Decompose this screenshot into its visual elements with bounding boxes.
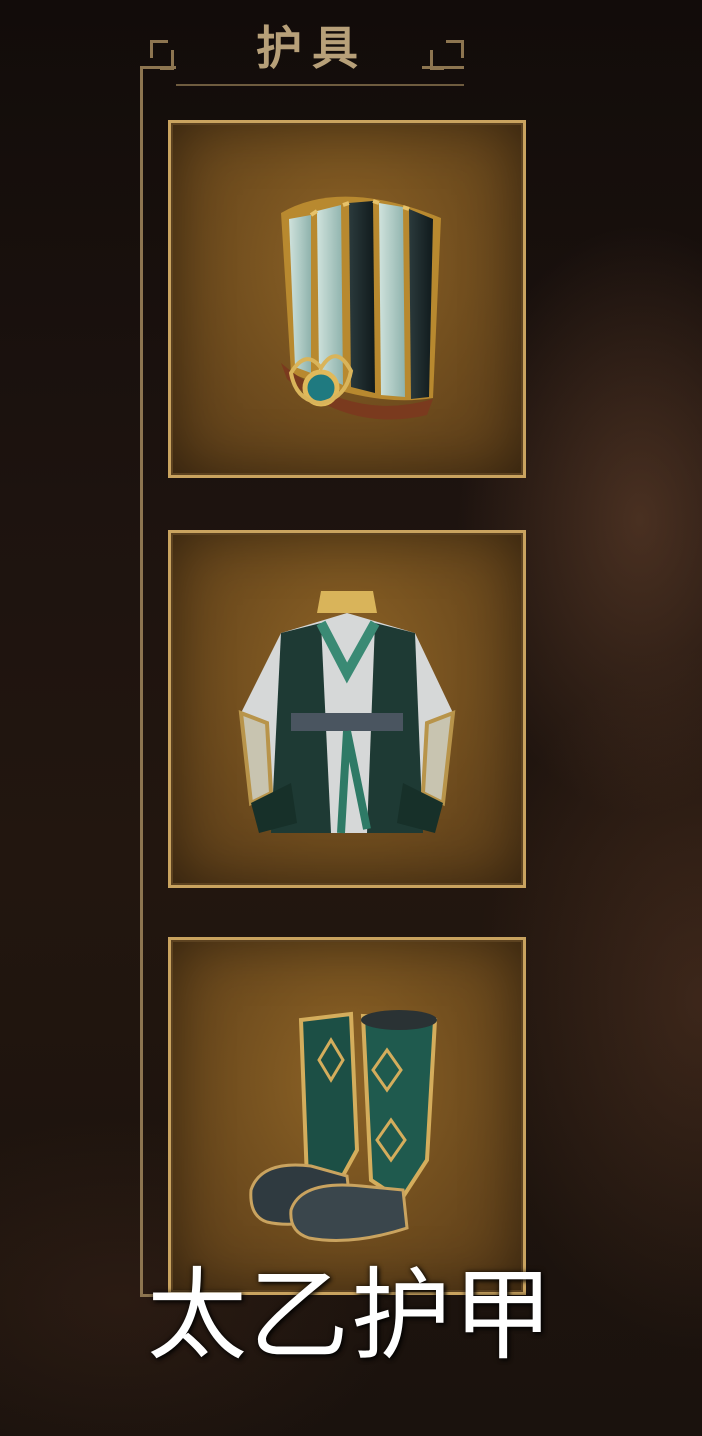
helmet-icon bbox=[281, 196, 441, 420]
equipment-slot-helmet[interactable] bbox=[168, 120, 526, 478]
equipment-slot-boots[interactable] bbox=[168, 937, 526, 1295]
fret-ornament-right bbox=[446, 40, 464, 58]
section-title: 护具 bbox=[256, 21, 368, 75]
subtitle-caption: 太乙护甲 bbox=[147, 1257, 555, 1374]
boots-icon bbox=[249, 1010, 438, 1242]
armor-panel: 护具 太乙护甲 bbox=[0, 0, 702, 1436]
title-underline bbox=[176, 84, 464, 86]
fret-ornament-left-inner bbox=[160, 50, 174, 70]
frame-left-line bbox=[140, 66, 143, 1296]
fret-ornament-right-inner bbox=[430, 50, 444, 70]
equipment-slot-robe[interactable] bbox=[168, 530, 526, 888]
robe-icon bbox=[238, 591, 456, 834]
